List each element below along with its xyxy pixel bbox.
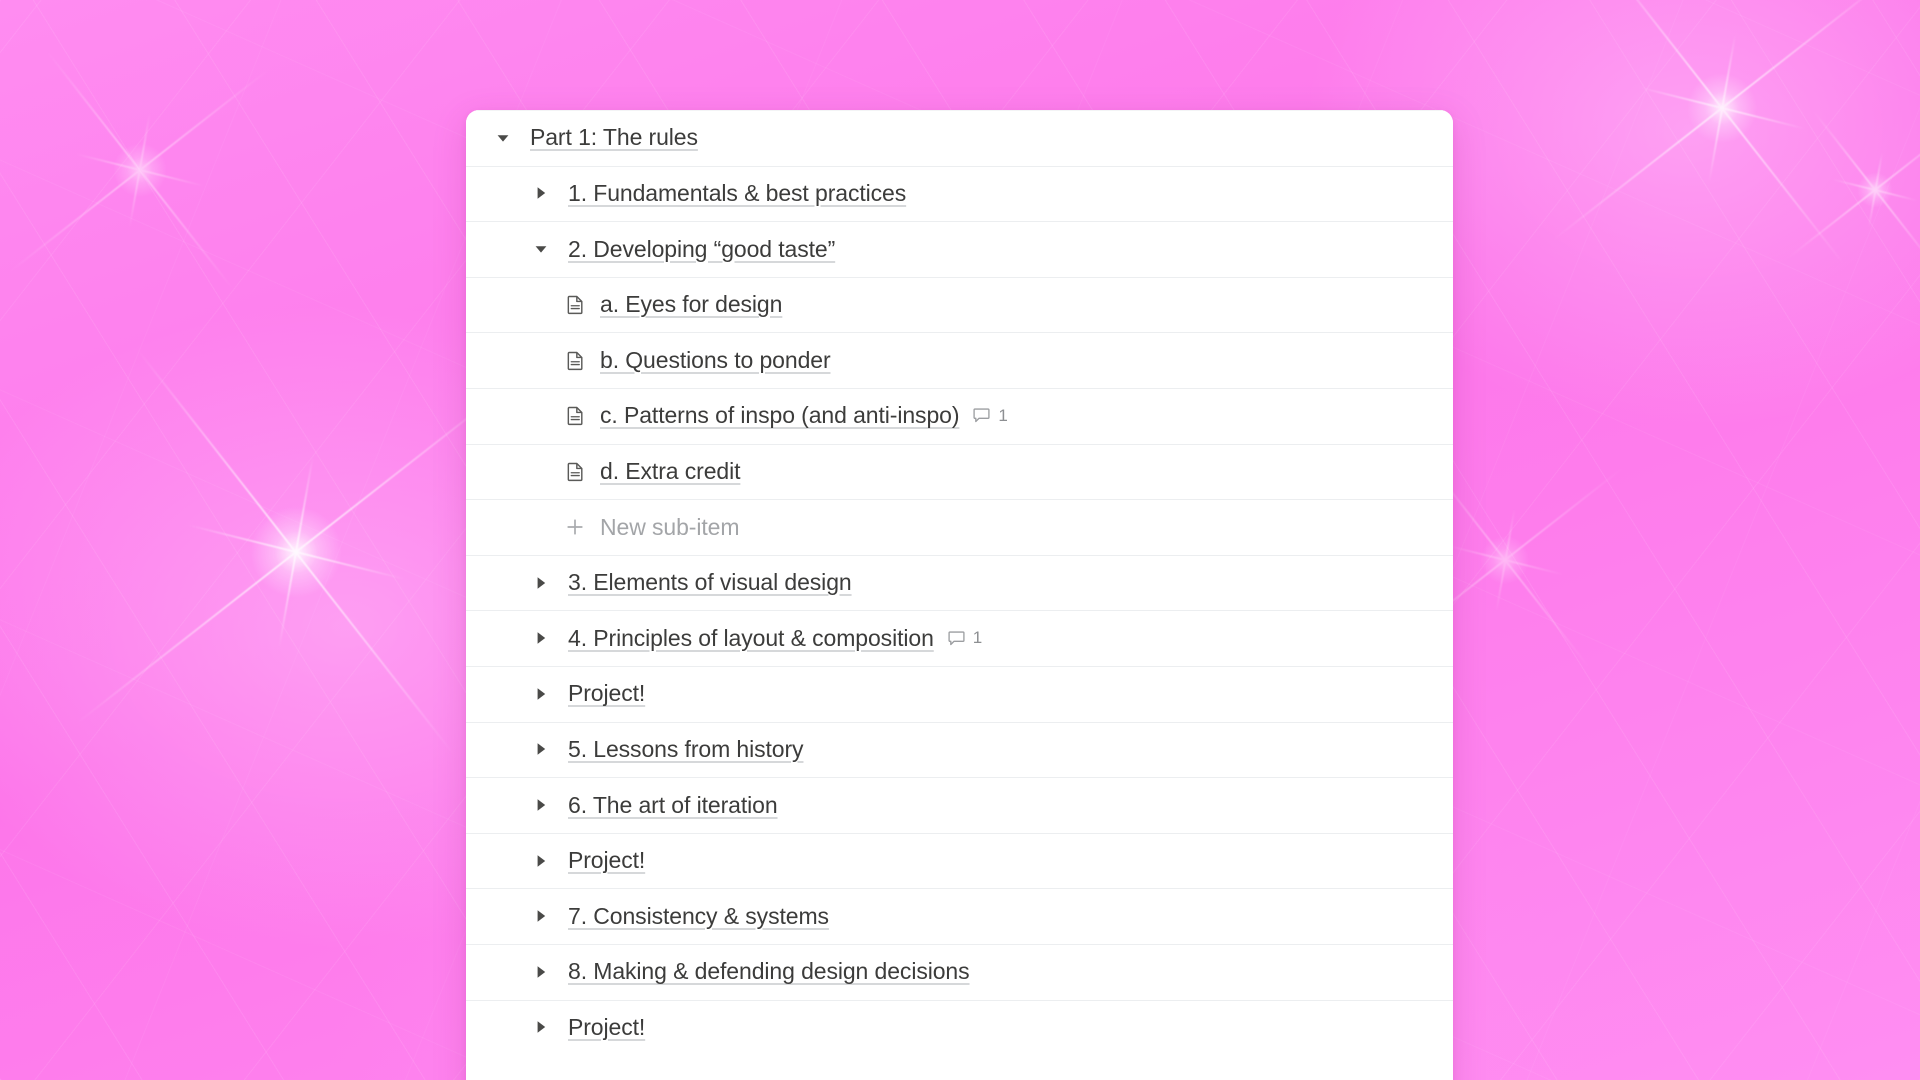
outline-row[interactable]: b. Questions to ponder [466, 332, 1453, 388]
outline-row[interactable]: 1. Fundamentals & best practices [466, 165, 1453, 222]
triangle-right-icon[interactable] [530, 683, 552, 705]
triangle-down-icon[interactable] [492, 127, 514, 149]
outline-row-label[interactable]: d. Extra credit [600, 457, 740, 486]
triangle-right-icon[interactable] [530, 182, 552, 204]
triangle-right-icon[interactable] [530, 850, 552, 872]
triangle-right-icon[interactable] [530, 738, 552, 760]
outline-row-label[interactable]: a. Eyes for design [600, 290, 782, 319]
comment-count: 1 [972, 628, 983, 648]
document-icon [564, 460, 586, 482]
outline-row-label[interactable]: 8. Making & defending design decisions [568, 957, 970, 986]
outline-row[interactable]: 5. Lessons from history [466, 721, 1453, 778]
outline-row-label[interactable]: 7. Consistency & systems [568, 902, 829, 931]
outline-row[interactable]: New sub-item [466, 499, 1453, 555]
outline-row-label[interactable]: 6. The art of iteration [568, 791, 778, 820]
outline-row[interactable]: d. Extra credit [466, 443, 1453, 500]
outline-row[interactable]: c. Patterns of inspo (and anti-inspo) 1 [466, 387, 1453, 444]
plus-icon [564, 516, 586, 538]
outline-row-label[interactable]: c. Patterns of inspo (and anti-inspo) [600, 401, 959, 430]
outline-row-label[interactable]: 2. Developing “good taste” [568, 235, 835, 264]
document-icon [564, 294, 586, 316]
sparkle-flare [1507, 0, 1920, 323]
sparkle-flare [1765, 80, 1920, 300]
triangle-right-icon[interactable] [530, 794, 552, 816]
comment-bubble-icon [947, 629, 966, 648]
outline-row-label[interactable]: Project! [568, 679, 645, 708]
outline-row[interactable]: 7. Consistency & systems [466, 888, 1453, 944]
document-icon [564, 405, 586, 427]
triangle-right-icon[interactable] [530, 572, 552, 594]
outline-row[interactable]: Project! [466, 832, 1453, 889]
triangle-right-icon[interactable] [530, 1016, 552, 1038]
comment-badge[interactable]: 1 [947, 628, 982, 648]
outline-row-label[interactable]: Part 1: The rules [530, 123, 698, 152]
comment-count: 1 [998, 405, 1008, 425]
outline-row-label[interactable]: 5. Lessons from history [568, 735, 804, 764]
outline-row[interactable]: Project! [466, 665, 1453, 722]
outline-row[interactable]: 4. Principles of layout & composition 1 [466, 610, 1453, 666]
sparkle-flare [0, 5, 305, 335]
outline-row[interactable]: 2. Developing “good taste” [466, 221, 1453, 277]
triangle-right-icon[interactable] [530, 905, 552, 927]
outline-row-label[interactable]: 3. Elements of visual design [568, 568, 852, 597]
outline-row[interactable]: Part 1: The rules [466, 110, 1453, 166]
outline-row-label[interactable]: 4. Principles of layout & composition [568, 624, 934, 653]
triangle-right-icon[interactable] [530, 961, 552, 983]
outline-row[interactable]: 8. Making & defending design decisions [466, 943, 1453, 1000]
outline-card: Part 1: The rules 1. Fundamentals & best … [466, 110, 1453, 1080]
new-sub-item-label[interactable]: New sub-item [600, 513, 740, 542]
comment-badge[interactable]: 1 [972, 405, 1008, 426]
triangle-down-icon[interactable] [530, 238, 552, 260]
outline-row[interactable]: 6. The art of iteration [466, 777, 1453, 833]
outline-row-label[interactable]: b. Questions to ponder [600, 346, 831, 375]
outline-row[interactable]: 3. Elements of visual design [466, 554, 1453, 611]
triangle-right-icon[interactable] [530, 627, 552, 649]
outline-row[interactable]: Project! [466, 999, 1453, 1056]
outline-row-label[interactable]: 1. Fundamentals & best practices [568, 179, 906, 208]
outline-list: Part 1: The rules 1. Fundamentals & best … [466, 110, 1453, 1056]
outline-row-label[interactable]: Project! [568, 1013, 645, 1042]
document-icon [564, 349, 586, 371]
outline-row-label[interactable]: Project! [568, 846, 645, 875]
comment-bubble-icon [972, 406, 991, 425]
outline-row[interactable]: a. Eyes for design [466, 276, 1453, 333]
